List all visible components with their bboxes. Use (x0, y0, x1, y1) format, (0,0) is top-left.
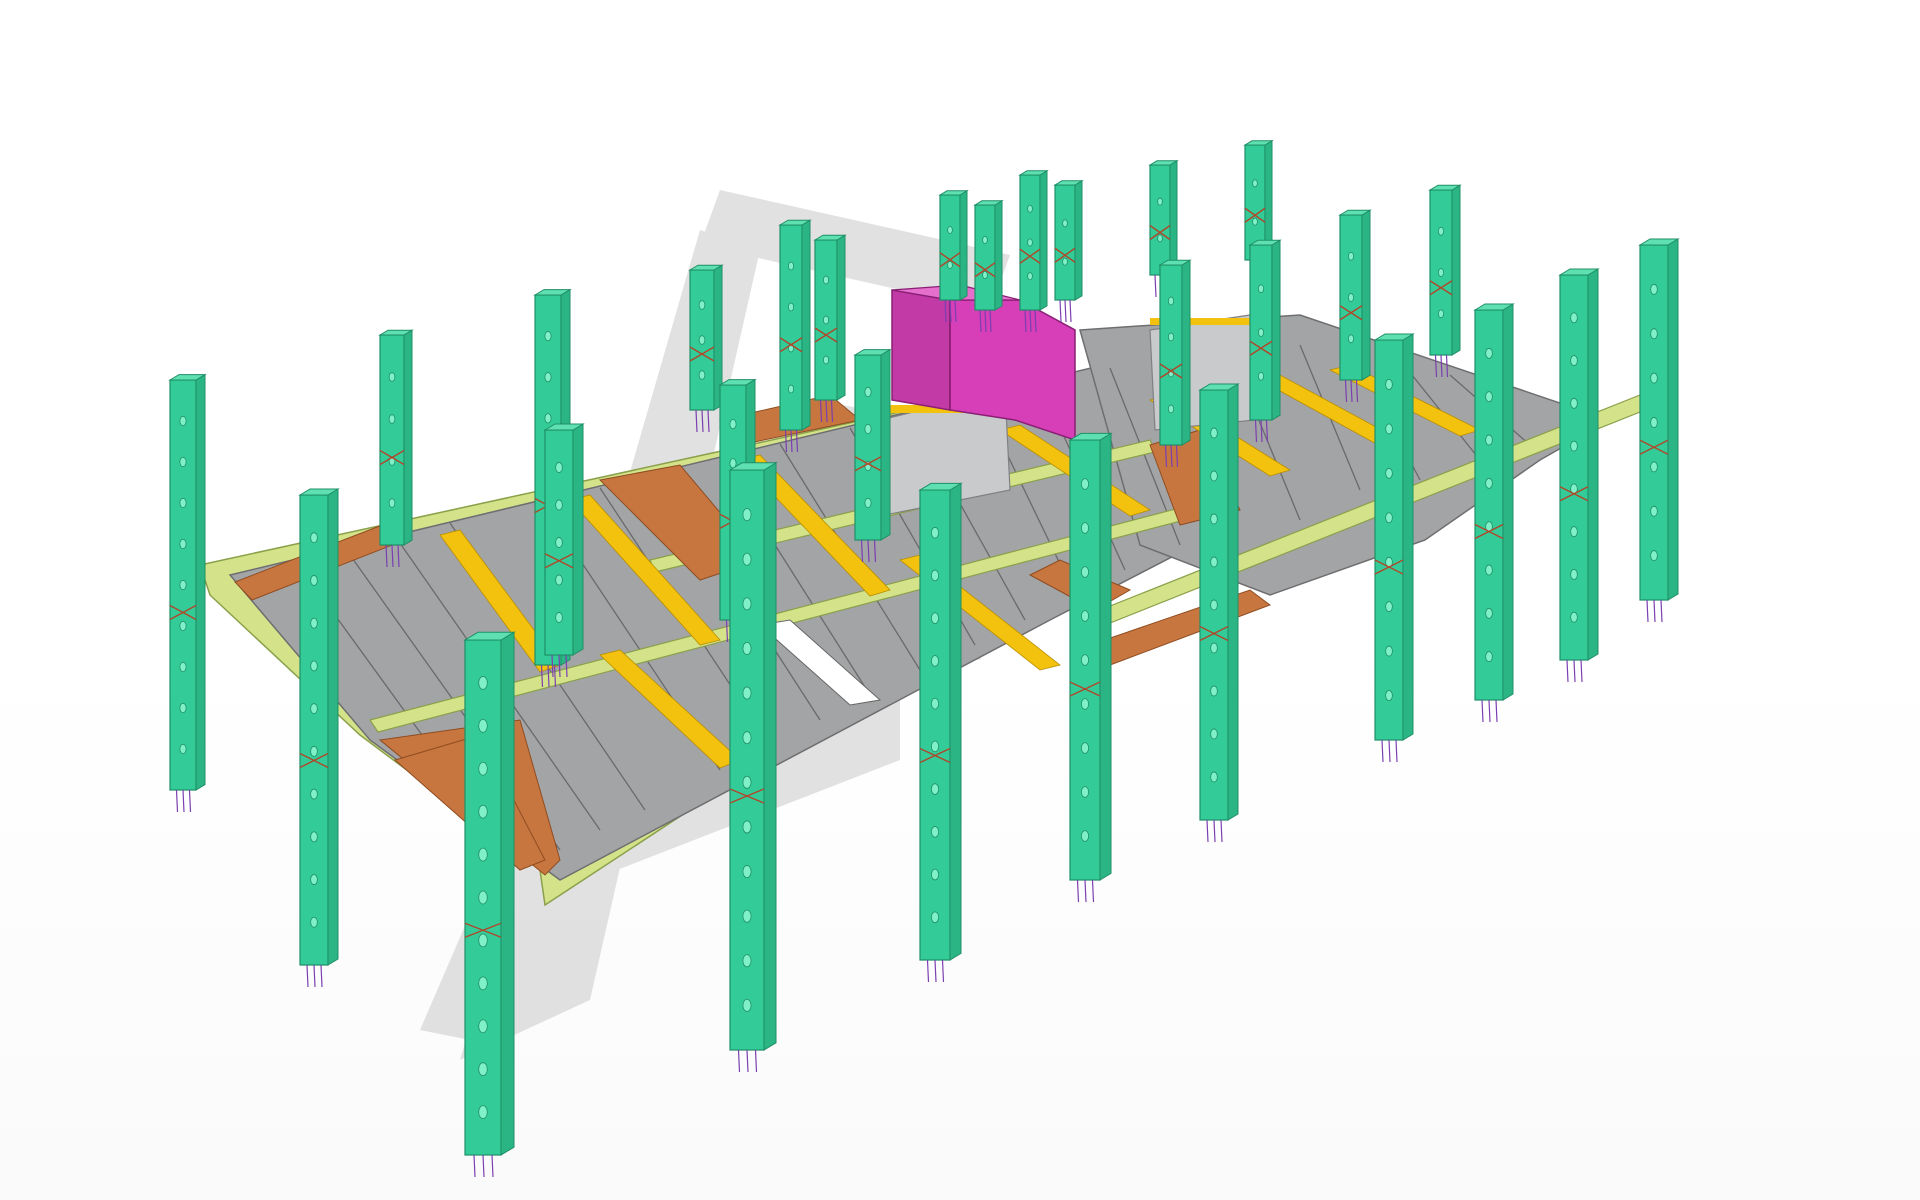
column (1428, 184, 1462, 378)
structural-3d-model[interactable] (0, 0, 1920, 1200)
column (1558, 268, 1600, 683)
column (1068, 432, 1113, 903)
column (1018, 169, 1049, 333)
model-viewport[interactable] (0, 0, 1920, 1200)
column (1373, 333, 1415, 763)
column (853, 348, 892, 563)
column (1638, 238, 1680, 623)
column (1473, 303, 1515, 723)
column (1158, 259, 1192, 468)
column (298, 488, 340, 988)
column (813, 234, 847, 423)
column (728, 461, 778, 1073)
column (778, 219, 812, 453)
column (168, 373, 207, 813)
column (543, 423, 585, 678)
column (688, 264, 724, 433)
column (1248, 239, 1282, 443)
column (918, 482, 963, 983)
column (1053, 179, 1084, 323)
column (378, 329, 414, 568)
column (1198, 383, 1240, 843)
column (463, 631, 516, 1178)
column (1338, 209, 1372, 403)
